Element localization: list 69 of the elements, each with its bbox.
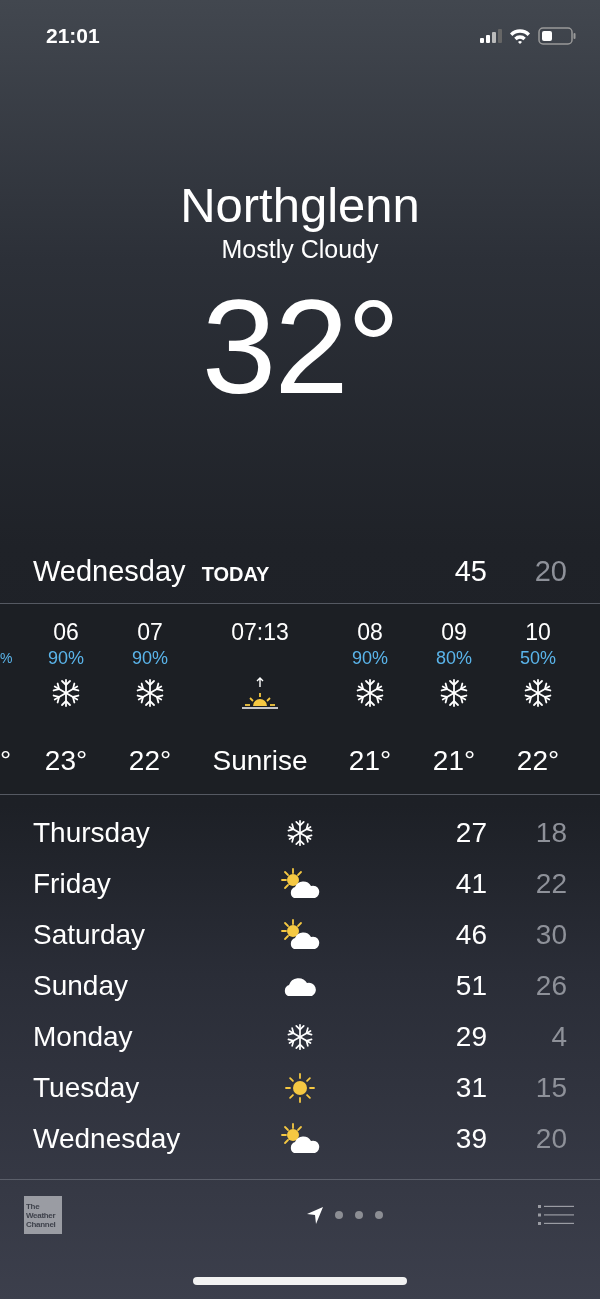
hour-time: 10 (525, 618, 551, 646)
high-temperature: 27 (454, 816, 487, 849)
snowflake-icon (286, 1022, 314, 1051)
day-name: Wednesday (33, 1122, 182, 1155)
low-temperature: 15 (534, 1071, 567, 1104)
hour-time: 07:13 (231, 618, 289, 646)
precipitation-chance: % (0, 649, 13, 668)
high-temperature: 29 (454, 1020, 487, 1053)
page-dot[interactable] (355, 1211, 363, 1219)
city-name: Northglenn (180, 177, 420, 234)
hour-temperature: 22° (128, 745, 172, 777)
snowflake-icon (135, 678, 165, 708)
low-temperature: 20 (534, 1122, 567, 1155)
partly-cloudy-icon (279, 1122, 321, 1155)
day-name: Friday (33, 867, 112, 900)
hour-temperature: Sunrise (212, 745, 308, 777)
low-temperature: 4 (550, 1020, 567, 1053)
hour-temperature: 21° (348, 745, 392, 777)
weather-channel-logo[interactable]: The Weather Channel (24, 1196, 62, 1234)
precipitation-chance: 90% (352, 647, 388, 670)
precipitation-chance: 90% (132, 647, 168, 670)
precipitation-chance: 90% (48, 647, 84, 670)
snowflake-icon (286, 818, 314, 847)
page-dot[interactable] (375, 1211, 383, 1219)
page-dot[interactable] (335, 1211, 343, 1219)
high-temperature: 51 (454, 969, 487, 1002)
weather-condition: Mostly Cloudy (221, 234, 379, 264)
precipitation-chance: 80% (436, 647, 472, 670)
precipitation-chance: 50% (520, 647, 556, 670)
partly-cloudy-icon (279, 867, 321, 900)
hour-time: 06 (53, 618, 79, 646)
high-temperature: 46 (454, 918, 487, 951)
sunrise-icon (241, 676, 279, 710)
day-name: Thursday (33, 816, 151, 849)
current-temperature: 32° (201, 272, 399, 422)
high-temperature: 31 (454, 1071, 487, 1104)
signal-icon (480, 29, 502, 43)
low-temperature: 20 (533, 555, 567, 588)
low-temperature: 26 (534, 969, 567, 1002)
high-temperature: 39 (454, 1122, 487, 1155)
sun-icon (284, 1071, 316, 1104)
high-temperature: 41 (454, 867, 487, 900)
hour-time: 07 (137, 618, 163, 646)
list-icon[interactable] (538, 1205, 574, 1225)
hour-temperature: 21° (432, 745, 476, 777)
day-name: Wednesday (33, 555, 186, 588)
hour-temperature: ° (0, 745, 12, 777)
hour-time: 08 (357, 618, 383, 646)
location-arrow-icon[interactable] (307, 1206, 323, 1224)
day-name: Saturday (33, 918, 147, 951)
day-name: Monday (33, 1020, 134, 1053)
battery-icon (538, 27, 576, 45)
wifi-icon (509, 28, 531, 44)
status-time: 21:01 (46, 24, 100, 48)
hour-temperature: 22° (516, 745, 560, 777)
snowflake-icon (439, 678, 469, 708)
day-name: Sunday (33, 969, 129, 1002)
today-label: TODAY (201, 563, 270, 586)
snowflake-icon (51, 678, 81, 708)
low-temperature: 18 (534, 816, 567, 849)
high-temperature: 45 (453, 555, 487, 588)
snowflake-icon (355, 678, 385, 708)
snowflake-icon (523, 678, 553, 708)
hour-time: 09 (441, 618, 467, 646)
hour-temperature: 23° (44, 745, 88, 777)
day-name: Tuesday (33, 1071, 141, 1104)
low-temperature: 22 (534, 867, 567, 900)
low-temperature: 30 (534, 918, 567, 951)
partly-cloudy-icon (279, 918, 321, 951)
